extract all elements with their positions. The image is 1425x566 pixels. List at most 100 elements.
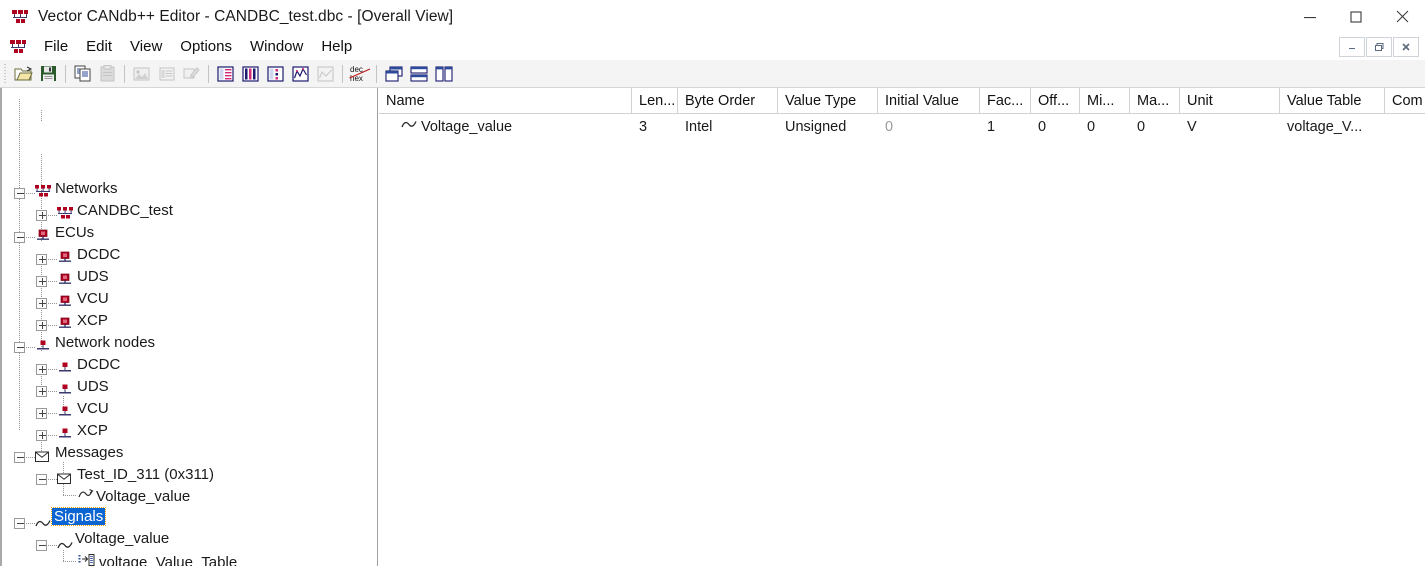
column-header-comment[interactable]: Com <box>1385 88 1425 114</box>
dec-hex-toggle-icon[interactable]: dec hex <box>347 62 372 86</box>
toolbar-separator <box>65 64 66 83</box>
tree-item-ecus[interactable]: ECUs <box>55 224 94 241</box>
table-row[interactable]: Voltage_value 3 Intel Unsigned 0 1 0 0 0… <box>379 114 1425 140</box>
tree-expander-test-id-311[interactable] <box>36 474 47 485</box>
tree-connector <box>48 479 57 480</box>
cell-value-type[interactable]: Unsigned <box>778 114 878 140</box>
new-object-icon <box>129 62 154 86</box>
tree-item-voltage-value-table[interactable]: voltage_Value_Table <box>99 554 237 566</box>
tree-expander-network-nodes[interactable] <box>14 342 25 353</box>
object-tree-pane[interactable]: Networks CANDBC_test ECUs DCDC UDS VCU X… <box>0 88 378 566</box>
cell-value-table[interactable]: voltage_V... <box>1280 114 1385 140</box>
close-icon[interactable] <box>1379 0 1425 33</box>
tree-expander-ecu-xcp[interactable] <box>36 320 47 331</box>
menu-item-help[interactable]: Help <box>312 36 361 57</box>
tree-connector <box>26 347 35 348</box>
tree-expander-networks[interactable] <box>14 188 25 199</box>
message-view-icon[interactable] <box>238 62 263 86</box>
minimize-icon[interactable] <box>1287 0 1333 33</box>
cell-length[interactable]: 3 <box>632 114 678 140</box>
tree-expander-ecu-vcu[interactable] <box>36 298 47 309</box>
cascade-windows-icon[interactable] <box>381 62 406 86</box>
tree-item-candbc-test[interactable]: CANDBC_test <box>77 202 173 219</box>
node-icon <box>57 361 73 377</box>
menu-bar: File Edit View Options Window Help <box>0 33 1425 60</box>
tree-connector <box>48 259 57 260</box>
network-view-icon[interactable] <box>288 62 313 86</box>
tree-item-networks[interactable]: Networks <box>55 180 118 197</box>
tree-item-test-id-311[interactable]: Test_ID_311 (0x311) <box>77 466 214 483</box>
signal-view-icon[interactable] <box>263 62 288 86</box>
column-header-unit[interactable]: Unit <box>1180 88 1280 114</box>
mdi-restore-icon[interactable] <box>1366 36 1392 57</box>
cell-minimum[interactable]: 0 <box>1080 114 1130 140</box>
tree-item-node-vcu[interactable]: VCU <box>77 400 109 417</box>
tree-expander-node-dcdc[interactable] <box>36 364 47 375</box>
save-file-icon[interactable] <box>36 62 61 86</box>
toolbar-separator <box>208 64 209 83</box>
column-header-minimum[interactable]: Mi... <box>1080 88 1130 114</box>
mdi-window-controls <box>1339 36 1419 57</box>
object-tree: Networks CANDBC_test ECUs DCDC UDS VCU X… <box>2 88 377 566</box>
tree-expander-node-xcp[interactable] <box>36 430 47 441</box>
mdi-document-icon[interactable] <box>9 39 27 55</box>
cell-name[interactable]: Voltage_value <box>379 114 632 140</box>
cell-unit[interactable]: V <box>1180 114 1280 140</box>
column-header-name[interactable]: Name <box>379 88 632 114</box>
menu-item-file[interactable]: File <box>35 36 77 57</box>
cell-factor[interactable]: 1 <box>980 114 1031 140</box>
column-header-value-type[interactable]: Value Type <box>778 88 878 114</box>
tree-expander-ecu-uds[interactable] <box>36 276 47 287</box>
tree-item-ecu-xcp[interactable]: XCP <box>77 312 108 329</box>
tree-connector <box>48 413 57 414</box>
maximize-icon[interactable] <box>1333 0 1379 33</box>
cell-offset[interactable]: 0 <box>1031 114 1080 140</box>
overall-view-table[interactable]: Name Len... Byte Order Value Type Initia… <box>379 88 1425 566</box>
menu-item-window[interactable]: Window <box>241 36 312 57</box>
column-header-length[interactable]: Len... <box>632 88 678 114</box>
tree-expander-node-vcu[interactable] <box>36 408 47 419</box>
overall-view-icon[interactable] <box>213 62 238 86</box>
tree-item-node-xcp[interactable]: XCP <box>77 422 108 439</box>
column-header-maximum[interactable]: Ma... <box>1130 88 1180 114</box>
tree-item-ecu-vcu[interactable]: VCU <box>77 290 109 307</box>
column-header-factor[interactable]: Fac... <box>980 88 1031 114</box>
tree-connector <box>48 435 57 436</box>
cell-maximum[interactable]: 0 <box>1130 114 1180 140</box>
tree-item-messages[interactable]: Messages <box>55 444 123 461</box>
tree-item-node-dcdc[interactable]: DCDC <box>77 356 120 373</box>
tree-item-message-signal-voltage-value[interactable]: Voltage_value <box>96 488 190 505</box>
tile-vertical-icon[interactable] <box>431 62 456 86</box>
menu-item-options[interactable]: Options <box>171 36 241 57</box>
tree-expander-signal-voltage-value[interactable] <box>36 540 47 551</box>
toolbar-grip[interactable] <box>3 63 9 84</box>
tree-expander-node-uds[interactable] <box>36 386 47 397</box>
mdi-minimize-icon[interactable] <box>1339 36 1365 57</box>
tree-item-node-uds[interactable]: UDS <box>77 378 109 395</box>
column-header-initial-value[interactable]: Initial Value <box>878 88 980 114</box>
cell-comment[interactable] <box>1385 114 1425 140</box>
tree-item-ecu-dcdc[interactable]: DCDC <box>77 246 120 263</box>
tree-expander-ecu-dcdc[interactable] <box>36 254 47 265</box>
menu-item-view[interactable]: View <box>121 36 171 57</box>
node-icon <box>57 405 73 421</box>
column-header-offset[interactable]: Off... <box>1031 88 1080 114</box>
mdi-close-icon[interactable] <box>1393 36 1419 57</box>
column-header-value-table[interactable]: Value Table <box>1280 88 1385 114</box>
tree-item-signal-voltage-value[interactable]: Voltage_value <box>75 530 169 547</box>
menu-item-edit[interactable]: Edit <box>77 36 121 57</box>
tree-expander-ecus[interactable] <box>14 232 25 243</box>
tree-expander-messages[interactable] <box>14 452 25 463</box>
tree-expander-signals[interactable] <box>14 518 25 529</box>
tree-item-signals[interactable]: Signals <box>50 507 107 526</box>
tree-item-ecu-uds[interactable]: UDS <box>77 268 109 285</box>
open-file-icon[interactable] <box>11 62 36 86</box>
cell-byte-order[interactable]: Intel <box>678 114 778 140</box>
tree-expander-candbc-test[interactable] <box>36 210 47 221</box>
cell-initial-value[interactable]: 0 <box>878 114 980 140</box>
tile-horizontal-icon[interactable] <box>406 62 431 86</box>
copy-icon[interactable] <box>70 62 95 86</box>
toolbar-separator <box>124 64 125 83</box>
tree-item-network-nodes[interactable]: Network nodes <box>55 334 155 351</box>
column-header-byte-order[interactable]: Byte Order <box>678 88 778 114</box>
